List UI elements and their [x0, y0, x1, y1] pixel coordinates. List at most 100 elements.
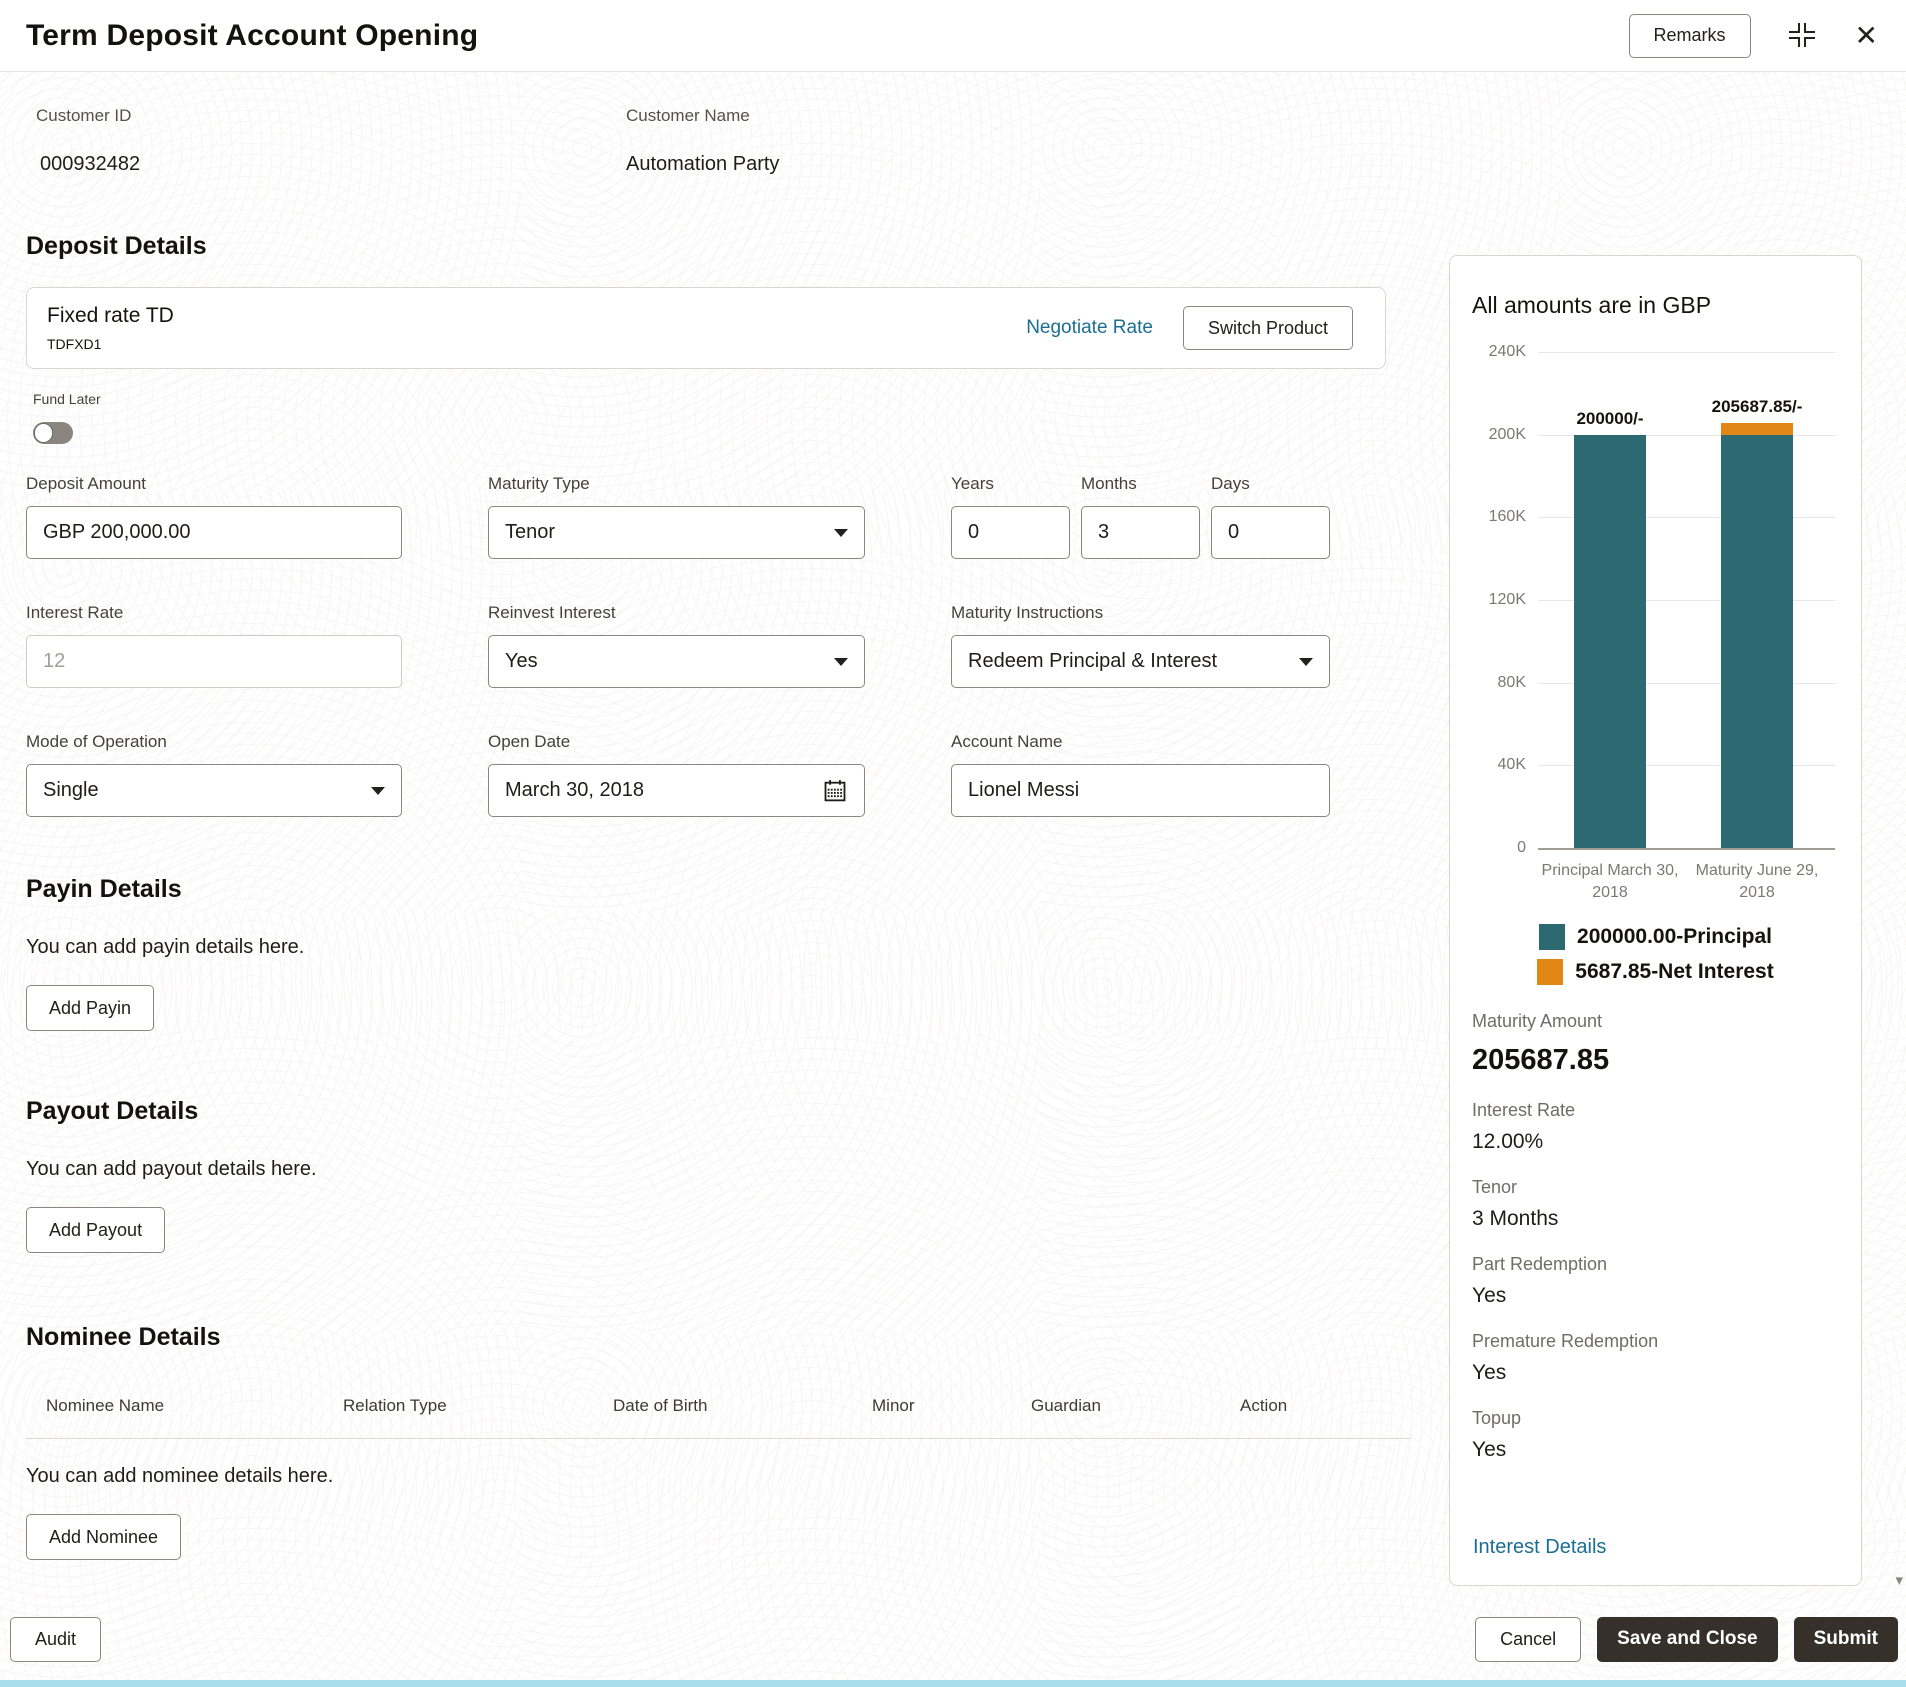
chart-legend-item: 5687.85-Net Interest: [1537, 959, 1773, 985]
summary-panel-title: All amounts are in GBP: [1472, 292, 1839, 319]
fund-later-label: Fund Later: [33, 391, 1420, 407]
years-label: Years: [951, 474, 1070, 494]
chart-ytick-label: 200K: [1466, 426, 1526, 444]
reinvest-interest-value: Yes: [505, 650, 538, 673]
product-name: Fixed rate TD: [47, 304, 174, 328]
nominee-table-divider: [26, 1438, 1411, 1439]
scroll-down-arrow-icon[interactable]: ▾: [1895, 1571, 1903, 1589]
days-label: Days: [1211, 474, 1330, 494]
cancel-button[interactable]: Cancel: [1475, 1617, 1581, 1662]
window-header: Term Deposit Account Opening Remarks ✕: [0, 0, 1906, 72]
maturity-type-value: Tenor: [505, 521, 555, 544]
months-label: Months: [1081, 474, 1200, 494]
chart-ytick-label: 80K: [1466, 674, 1526, 692]
months-input[interactable]: 3: [1081, 506, 1200, 559]
days-input[interactable]: 0: [1211, 506, 1330, 559]
chevron-down-icon: [834, 658, 848, 666]
open-date-input[interactable]: March 30, 2018: [488, 764, 865, 817]
reinvest-interest-select[interactable]: Yes: [488, 635, 865, 688]
deposit-amount-input[interactable]: GBP 200,000.00: [26, 506, 402, 559]
product-code: TDFXD1: [47, 336, 174, 352]
nominee-column-header: Relation Type: [343, 1396, 613, 1416]
summary-detail-label: Premature Redemption: [1472, 1331, 1839, 1352]
chart-bar-segment: [1574, 435, 1646, 848]
chart-ytick-label: 40K: [1466, 756, 1526, 774]
interest-details-link[interactable]: Interest Details: [1473, 1536, 1606, 1559]
summary-detail-value: Yes: [1472, 1438, 1839, 1462]
chevron-down-icon: [834, 529, 848, 537]
chart-bar: [1721, 423, 1793, 848]
add-nominee-button[interactable]: Add Nominee: [26, 1514, 181, 1560]
deposit-amount-label: Deposit Amount: [26, 474, 402, 494]
negotiate-rate-link[interactable]: Negotiate Rate: [1026, 317, 1153, 339]
summary-detail-label: Interest Rate: [1472, 1100, 1839, 1121]
years-input[interactable]: 0: [951, 506, 1070, 559]
open-date-value: March 30, 2018: [505, 779, 644, 802]
maturity-type-label: Maturity Type: [488, 474, 865, 494]
legend-label: 200000.00-Principal: [1577, 925, 1772, 949]
page-title: Term Deposit Account Opening: [26, 19, 478, 53]
chart-bar-segment: [1721, 423, 1793, 435]
summary-detail-value: 3 Months: [1472, 1207, 1839, 1231]
nominee-details-heading: Nominee Details: [26, 1323, 1420, 1352]
summary-detail-label: Tenor: [1472, 1177, 1839, 1198]
footer-action-bar: Audit Cancel Save and Close Submit: [0, 1598, 1906, 1680]
nominee-column-header: Guardian: [1031, 1396, 1240, 1416]
mode-of-operation-value: Single: [43, 779, 99, 802]
calendar-icon[interactable]: [822, 778, 848, 804]
open-date-label: Open Date: [488, 732, 865, 752]
mode-of-operation-select[interactable]: Single: [26, 764, 402, 817]
customer-name-value: Automation Party: [626, 153, 779, 176]
chart-legend: 200000.00-Principal 5687.85-Net Interest: [1472, 924, 1839, 985]
legend-swatch-icon: [1537, 959, 1563, 985]
maturity-instructions-label: Maturity Instructions: [951, 603, 1330, 623]
maturity-amount-value: 205687.85: [1472, 1044, 1839, 1077]
nominee-column-header: Nominee Name: [46, 1396, 343, 1416]
chart-gridline: [1538, 848, 1835, 850]
deposit-details-heading: Deposit Details: [26, 232, 1420, 261]
payin-empty-text: You can add payin details here.: [26, 936, 1420, 959]
fund-later-toggle[interactable]: [33, 422, 73, 444]
customer-id-value: 000932482: [26, 153, 626, 176]
summary-details: Interest Rate 12.00% Tenor 3 Months Part Red…: [1472, 1100, 1839, 1462]
summary-detail-label: Part Redemption: [1472, 1254, 1839, 1275]
switch-product-button[interactable]: Switch Product: [1183, 306, 1353, 350]
nominee-table-header: Nominee NameRelation TypeDate of BirthMi…: [26, 1396, 1411, 1416]
maturity-instructions-value: Redeem Principal & Interest: [968, 650, 1217, 673]
add-payout-button[interactable]: Add Payout: [26, 1207, 165, 1253]
maturity-type-select[interactable]: Tenor: [488, 506, 865, 559]
chart-gridline: [1538, 352, 1835, 353]
submit-button[interactable]: Submit: [1794, 1617, 1898, 1662]
save-and-close-button[interactable]: Save and Close: [1597, 1617, 1777, 1662]
interest-rate-label: Interest Rate: [26, 603, 402, 623]
chart-ytick-label: 120K: [1466, 591, 1526, 609]
summary-detail-label: Topup: [1472, 1408, 1839, 1429]
close-icon[interactable]: ✕: [1855, 22, 1878, 50]
chart-legend-item: 200000.00-Principal: [1539, 924, 1772, 950]
chart-ytick-label: 160K: [1466, 508, 1526, 526]
chart-x-label: Maturity June 29, 2018: [1677, 860, 1837, 903]
main-form-area: Customer ID 000932482 Customer Name Auto…: [0, 72, 1420, 1560]
deposit-summary-panel: All amounts are in GBP 040K80K120K160K20…: [1449, 255, 1862, 1586]
chart-ytick-label: 0: [1466, 839, 1526, 857]
summary-detail-value: Yes: [1472, 1361, 1839, 1385]
maturity-instructions-select[interactable]: Redeem Principal & Interest: [951, 635, 1330, 688]
nominee-column-header: Action: [1240, 1396, 1411, 1416]
chart-ytick-label: 240K: [1466, 343, 1526, 361]
toggle-knob: [34, 423, 53, 443]
window-bottom-edge: [0, 1680, 1906, 1687]
audit-button[interactable]: Audit: [10, 1617, 101, 1662]
remarks-button[interactable]: Remarks: [1629, 14, 1751, 58]
chart-plot: 040K80K120K160K200K240K200000/-Principal…: [1538, 352, 1835, 848]
nominee-column-header: Minor: [872, 1396, 1031, 1416]
account-name-input[interactable]: Lionel Messi: [951, 764, 1330, 817]
chevron-down-icon: [1299, 658, 1313, 666]
mode-of-operation-label: Mode of Operation: [26, 732, 402, 752]
summary-detail-value: 12.00%: [1472, 1130, 1839, 1154]
chart-bar: [1574, 435, 1646, 848]
legend-label: 5687.85-Net Interest: [1575, 960, 1773, 984]
add-payin-button[interactable]: Add Payin: [26, 985, 154, 1031]
interest-rate-input: 12: [26, 635, 402, 688]
payout-empty-text: You can add payout details here.: [26, 1158, 1420, 1181]
collapse-icon[interactable]: [1789, 23, 1817, 49]
